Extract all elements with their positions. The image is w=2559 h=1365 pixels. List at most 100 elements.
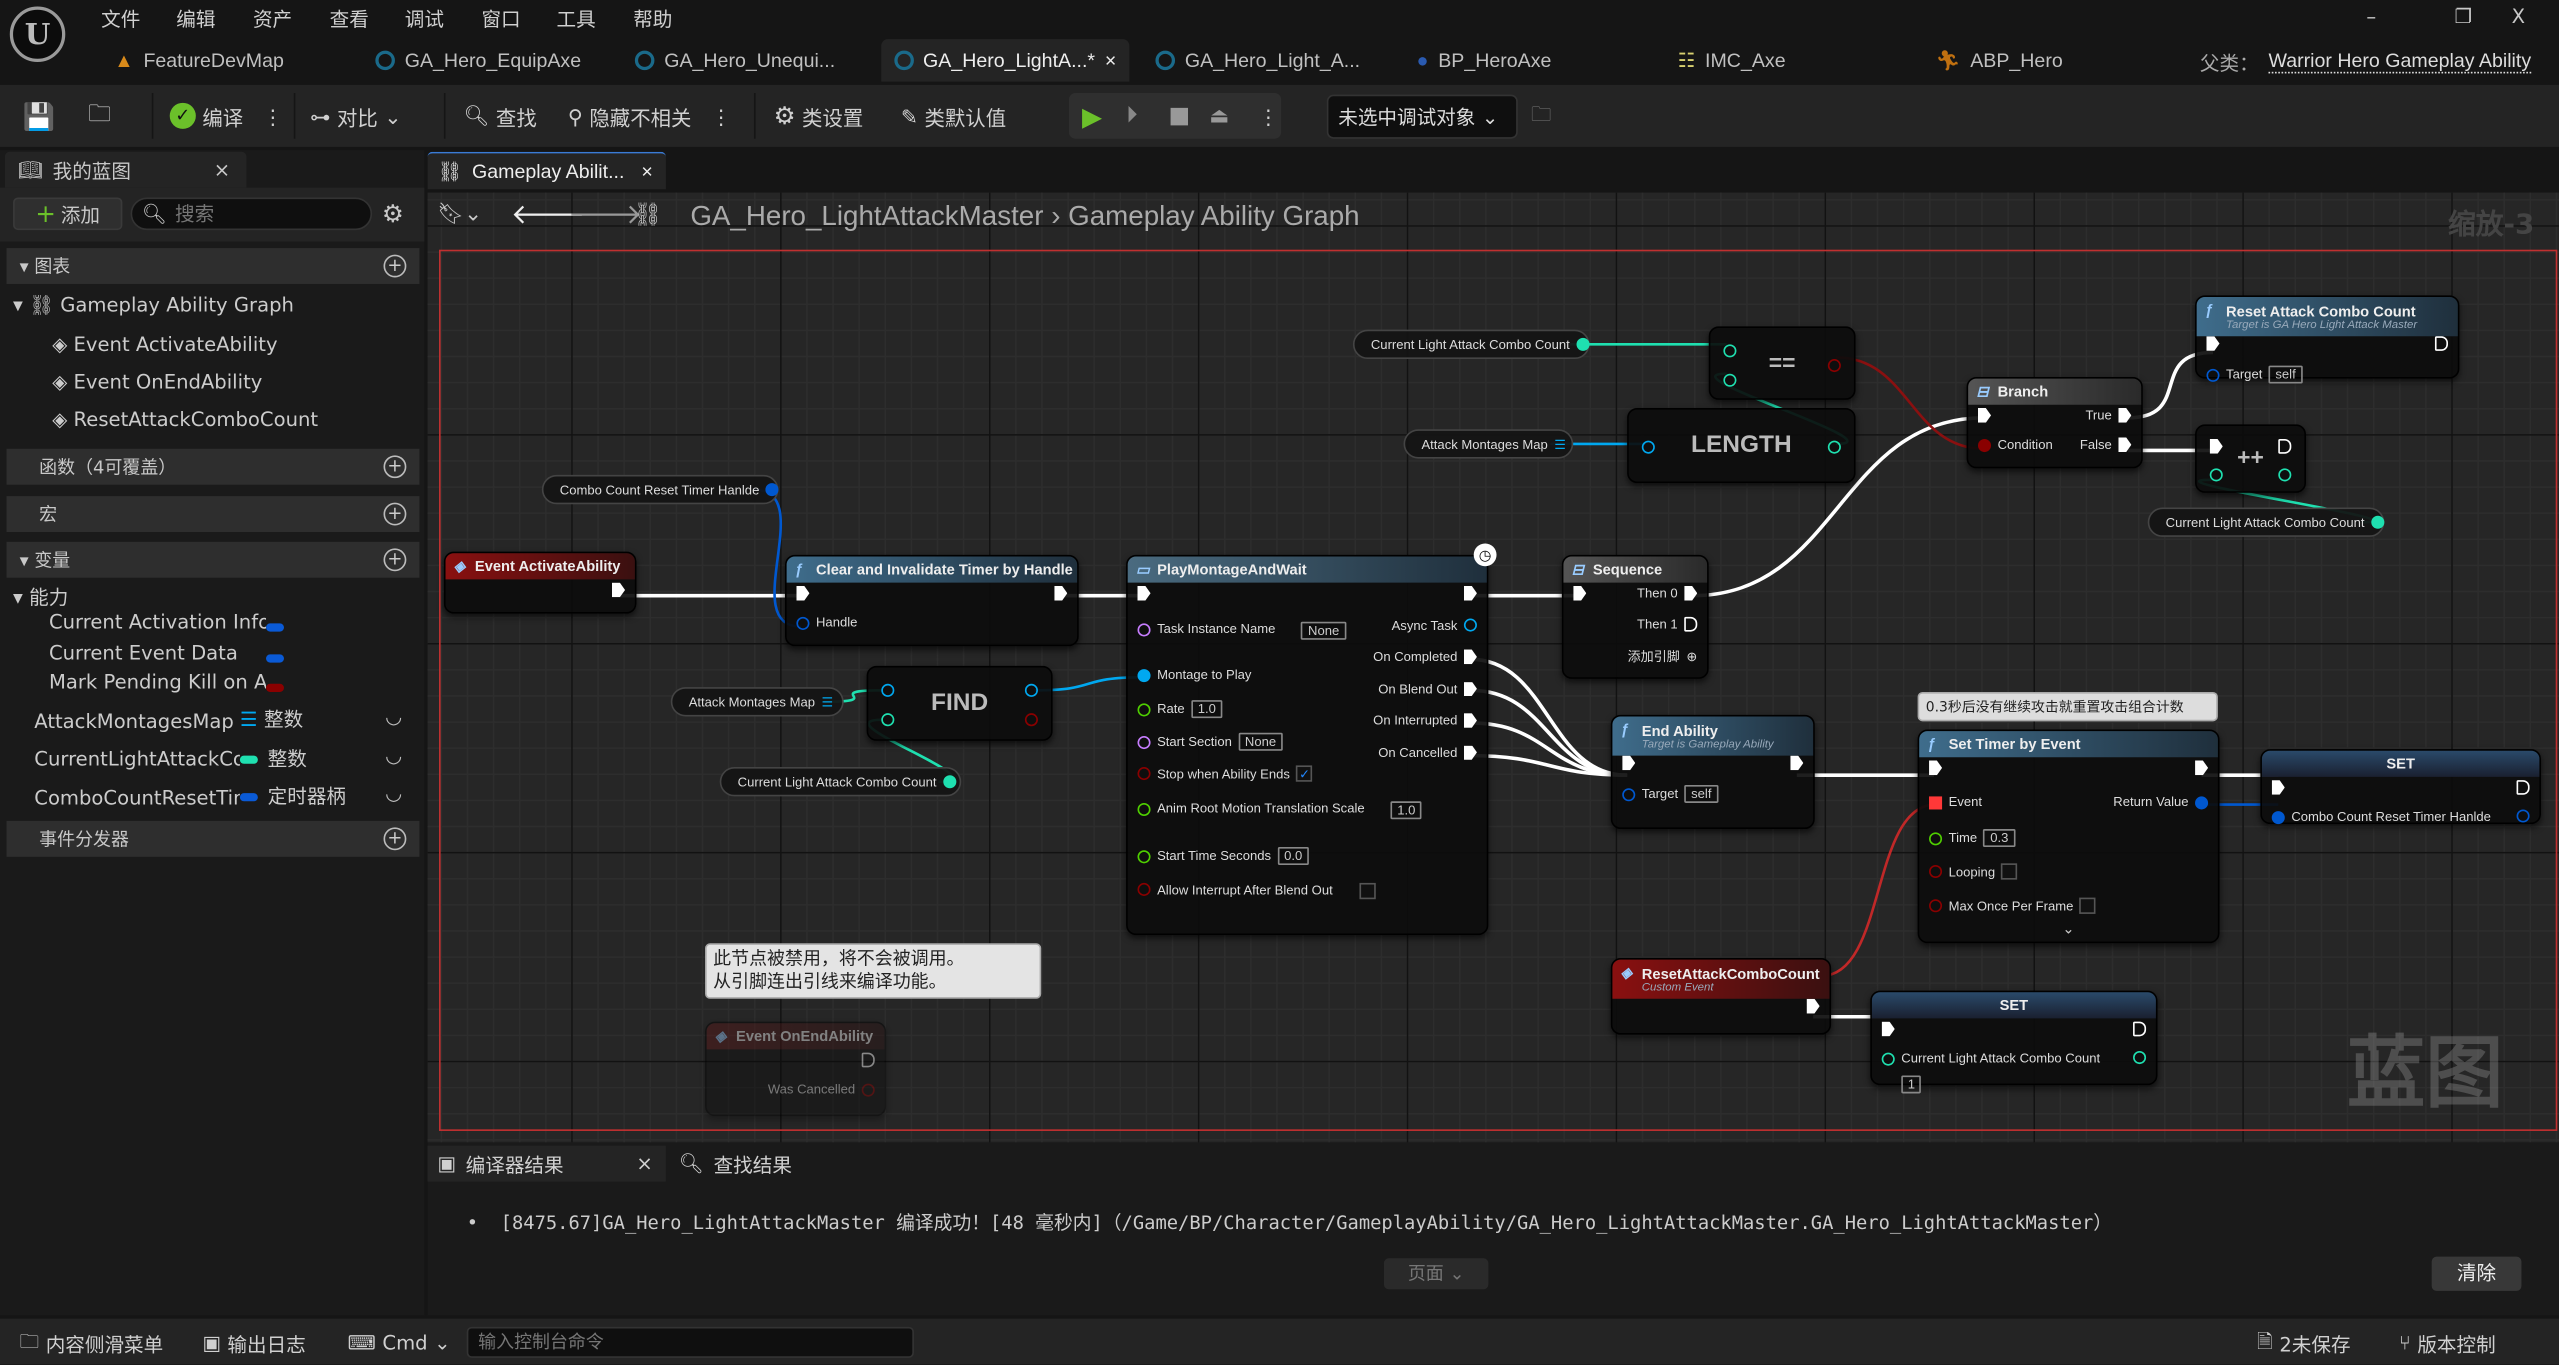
document-tab[interactable]: GA_Hero_LightA...* ×	[881, 39, 1130, 82]
struct-pin[interactable]	[2516, 809, 2530, 823]
more-options-icon[interactable]: ⋮	[711, 104, 731, 128]
graph-tab[interactable]: ⛓ Gameplay Abilit... ×	[427, 151, 666, 190]
delegate-pin[interactable]	[1929, 795, 1943, 809]
add-variable-icon[interactable]: +	[383, 548, 407, 572]
exec-pin[interactable]	[612, 582, 626, 598]
struct-pin[interactable]	[765, 483, 779, 497]
find-debug-object-button[interactable]: 🗀	[1531, 98, 1551, 134]
category-ability[interactable]: ▾ 能力	[13, 583, 68, 611]
source-control-button[interactable]: ⑂ 版本控制	[2399, 1328, 2496, 1357]
document-tab[interactable]: GA_Hero_EquipAxe	[362, 39, 607, 81]
bool-pin[interactable]	[1929, 899, 1943, 913]
node-timer[interactable]: ƒ Set Timer by Event Event Time 0.3 Looping Ma…	[1917, 729, 2220, 944]
node-branch[interactable]: ⊟ Branch Condition True False	[1966, 376, 2143, 469]
play-options-button[interactable]: ⋮	[1258, 98, 1278, 134]
expand-chevron-icon[interactable]: ⌄	[1919, 920, 2218, 938]
map-pin-icon[interactable]: ☰	[1554, 437, 1566, 452]
tree-item-event-end[interactable]: ◈ Event OnEndAbility	[52, 370, 262, 393]
document-tab[interactable]: 🏃︎ ABP_Hero	[1922, 39, 2167, 81]
exec-pin[interactable]	[1806, 998, 1820, 1014]
int-pin[interactable]	[1881, 1051, 1895, 1065]
add-graph-icon[interactable]: +	[383, 254, 407, 278]
document-tab[interactable]: ▲ FeatureDevMap	[101, 39, 346, 81]
tree-item-custom-event[interactable]: ◈ ResetAttackComboCount	[52, 408, 318, 431]
section-variables[interactable]: ▾ 变量 +	[6, 541, 420, 578]
breadcrumb-graph[interactable]: Gameplay Ability Graph	[1068, 201, 1359, 232]
variable-getter-node[interactable]: Current Light Attack Combo Count	[1352, 329, 1590, 360]
pin-default-value[interactable]: 1.0	[1390, 801, 1422, 820]
float-pin[interactable]	[1137, 849, 1151, 863]
int-pin[interactable]	[1827, 440, 1841, 454]
add-dispatcher-icon[interactable]: +	[383, 827, 407, 851]
exec-pin[interactable]	[1622, 755, 1636, 771]
tab-find-results[interactable]: 🔍︎ 查找结果	[679, 1146, 792, 1182]
variable-item[interactable]: ComboCountResetTim 定时器柄 ◡	[34, 782, 402, 810]
console-command-input[interactable]	[466, 1326, 914, 1358]
unreal-logo[interactable]: U	[9, 6, 66, 63]
visibility-eye-icon[interactable]: ◡	[385, 782, 402, 805]
search-input[interactable]: 🔍︎	[130, 197, 373, 231]
map-pin-icon[interactable]: ☰	[822, 694, 834, 709]
variable-getter-node[interactable]: Current Light Attack Combo Count	[2147, 507, 2385, 537]
exec-pin[interactable]	[1573, 585, 1587, 601]
object-pin[interactable]	[1463, 618, 1477, 632]
visibility-eye-icon[interactable]: ◡	[385, 743, 402, 766]
menu-asset[interactable]: 资产	[253, 5, 292, 33]
document-tab[interactable]: GA_Hero_Light_A...	[1142, 39, 1387, 81]
pin-default-value[interactable]: 0.0	[1277, 847, 1309, 865]
menu-window[interactable]: 窗口	[481, 5, 520, 33]
visibility-eye-icon[interactable]: ◡	[385, 705, 402, 728]
exec-pin[interactable]	[1684, 616, 1698, 632]
int-pin[interactable]	[1723, 372, 1737, 386]
name-pin[interactable]	[1137, 735, 1151, 749]
content-drawer-button[interactable]: 🗀 内容侧滑菜单	[20, 1328, 164, 1357]
struct-pin[interactable]	[1622, 787, 1636, 801]
exec-pin[interactable]	[1977, 408, 1992, 423]
variable-item[interactable]: Mark Pending Kill on Ab	[49, 671, 284, 699]
node-comment-bubble[interactable]: 0.3秒后没有继续攻击就重置攻击组合计数	[1917, 691, 2218, 722]
exec-pin[interactable]	[2209, 439, 2223, 454]
node-set2[interactable]: SET Current Light Attack Combo Count 1	[1870, 990, 2158, 1094]
menu-view[interactable]: 查看	[330, 5, 369, 33]
eject-button[interactable]: ⏏	[1209, 98, 1229, 134]
variable-getter-node[interactable]: Combo Count Reset Timer Hanlde	[541, 474, 779, 505]
pin-default-value[interactable]: 1.0	[1191, 700, 1223, 719]
tab-compiler-results[interactable]: ▣ 编译器结果 ×	[427, 1145, 666, 1182]
compile-options-icon[interactable]: ⋮	[263, 104, 283, 128]
add-button[interactable]: + 添加	[13, 197, 123, 231]
node-find[interactable]: FIND	[866, 665, 1053, 741]
search-field[interactable]	[175, 202, 355, 226]
bool-pin[interactable]	[1929, 864, 1943, 879]
bool-pin[interactable]	[861, 1082, 875, 1096]
node-endability[interactable]: ◈ Event OnEndAbility Was Cancelled	[705, 1021, 887, 1117]
exec-pin[interactable]	[1929, 760, 1943, 776]
int-pin[interactable]	[1576, 337, 1590, 351]
exec-pin[interactable]	[1463, 713, 1477, 728]
exec-pin[interactable]	[1463, 649, 1477, 665]
exec-pin[interactable]	[861, 1052, 875, 1068]
int-pin[interactable]	[2133, 1051, 2147, 1065]
pin-default-value[interactable]: 0.3	[1983, 829, 2015, 848]
menu-file[interactable]: 文件	[101, 5, 140, 33]
document-tab[interactable]: ● BP_HeroAxe	[1404, 39, 1649, 81]
exec-pin[interactable]	[1790, 755, 1804, 771]
close-tab-icon[interactable]: ×	[641, 160, 652, 183]
exec-pin[interactable]	[1054, 585, 1068, 601]
struct-pin[interactable]	[2271, 810, 2285, 824]
int-pin[interactable]	[1723, 343, 1737, 357]
save-button[interactable]: 💾	[23, 98, 56, 134]
node-inc[interactable]: ++	[2195, 424, 2307, 493]
node-end[interactable]: ƒ End Ability Target is Gameplay Ability Ta…	[1610, 714, 1815, 830]
section-macros[interactable]: 宏 +	[6, 496, 420, 533]
node-set1[interactable]: SET Combo Count Reset Timer Hanlde	[2260, 749, 2542, 825]
output-log-button[interactable]: ▣ 输出日志	[202, 1328, 305, 1357]
variable-getter-node[interactable]: Attack Montages Map ☰	[670, 687, 844, 717]
pin-checkbox[interactable]	[2001, 863, 2018, 880]
node-play[interactable]: ▭ PlayMontageAndWait ◷ Task Instance Name No…	[1126, 543, 1497, 936]
exec-pin[interactable]	[2271, 780, 2285, 795]
clear-button[interactable]: 清除	[2431, 1256, 2522, 1291]
bookmark-button[interactable]: 🔖︎⌄	[437, 202, 482, 226]
object-pin[interactable]	[881, 683, 895, 697]
float-pin[interactable]	[1929, 831, 1943, 845]
node-reset[interactable]: ƒ Reset Attack Combo Count Target is GA He…	[2195, 295, 2460, 384]
